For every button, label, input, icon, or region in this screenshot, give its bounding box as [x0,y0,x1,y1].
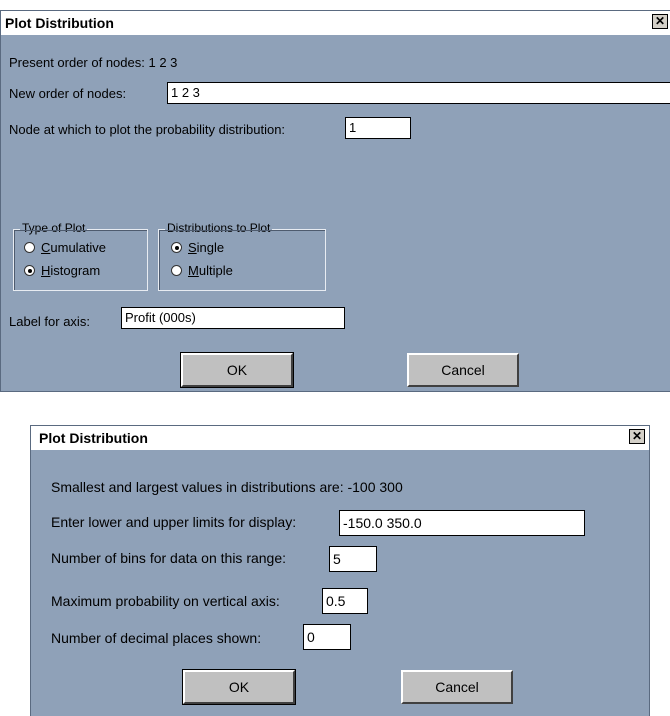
dialog-titlebar: Plot Distribution [31,426,649,450]
radio-cumulative[interactable]: Cumulative [24,240,106,255]
distributions-to-plot-group: Distributions to Plot Single Multiple [158,221,326,291]
decimals-input[interactable]: 0 [303,624,351,650]
node-label: Node at which to plot the probability di… [9,122,286,137]
plot-distribution-dialog-2: Plot Distribution ✕ Smallest and largest… [30,425,650,716]
radio-multiple-indicator[interactable] [171,265,182,276]
cancel-button[interactable]: Cancel [401,670,513,704]
ok-button[interactable]: OK [180,352,294,388]
close-icon[interactable]: ✕ [629,429,645,444]
radio-single-indicator[interactable] [171,242,182,253]
radio-histogram[interactable]: Histogram [24,263,100,278]
type-of-plot-legend: Type of Plot [20,221,88,235]
ok-button[interactable]: OK [182,669,296,705]
present-order-label: Present order of nodes: 1 2 3 [9,55,178,70]
new-order-input[interactable]: 1 2 3 [167,82,670,104]
radio-multiple[interactable]: Multiple [171,263,233,278]
node-input[interactable]: 1 [345,117,411,139]
axis-label-input[interactable]: Profit (000s) [121,307,345,329]
dialog-title: Plot Distribution [39,430,148,446]
cancel-button[interactable]: Cancel [407,353,519,387]
new-order-label: New order of nodes: [9,86,127,101]
close-icon[interactable]: ✕ [652,14,668,29]
range-info-label: Smallest and largest values in distribut… [51,479,403,495]
type-of-plot-group: Type of Plot Cumulative Histogram [13,221,148,291]
distributions-to-plot-legend: Distributions to Plot [165,221,273,235]
radio-single[interactable]: Single [171,240,224,255]
plot-distribution-dialog-1: Plot Distribution ✕ Present order of nod… [0,10,670,392]
max-probability-label: Maximum probability on vertical axis: [51,593,280,609]
bins-label: Number of bins for data on this range: [51,550,287,566]
radio-histogram-indicator[interactable] [24,265,35,276]
bins-input[interactable]: 5 [329,546,377,572]
radio-cumulative-indicator[interactable] [24,242,35,253]
decimals-label: Number of decimal places shown: [51,630,262,646]
limits-input[interactable]: -150.0 350.0 [339,510,585,536]
dialog-title: Plot Distribution [5,15,114,31]
axis-label: Label for axis: [9,314,90,329]
max-probability-input[interactable]: 0.5 [322,588,368,614]
limits-label: Enter lower and upper limits for display… [51,514,297,530]
dialog-titlebar: Plot Distribution [1,11,670,35]
